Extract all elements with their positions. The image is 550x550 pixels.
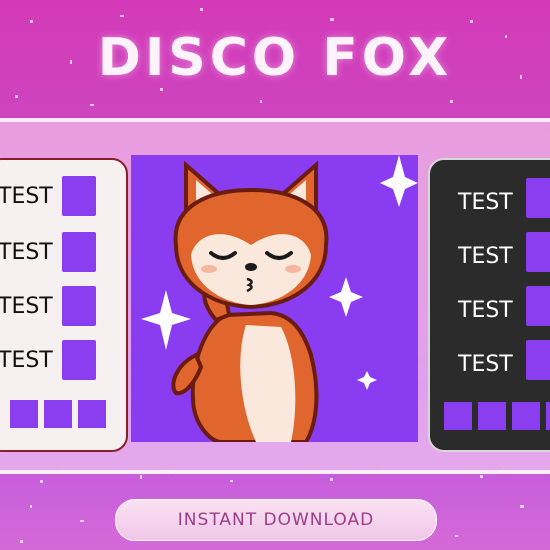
fox-emote-small <box>44 400 72 428</box>
fox-emote-thumbnail <box>62 286 96 326</box>
test-label: TEST <box>458 244 513 269</box>
dark-row: TEST <box>430 286 550 332</box>
test-label: TEST <box>0 240 53 265</box>
test-label: TEST <box>458 352 513 377</box>
dark-preview-panel: TEST TEST TEST TEST <box>428 158 550 452</box>
test-label: TEST <box>0 294 53 319</box>
disco-fox-illustration <box>141 155 418 444</box>
fox-emote-thumbnail <box>526 340 550 380</box>
light-preview-panel: TEST TEST TEST TEST <box>0 158 128 452</box>
fox-emote-thumbnail <box>62 340 96 380</box>
fox-emote-small <box>10 400 38 428</box>
light-row: TEST <box>0 338 126 382</box>
test-label: TEST <box>458 190 513 215</box>
test-label: TEST <box>458 298 513 323</box>
dark-row: TEST <box>430 232 550 278</box>
fox-emote-thumbnail <box>526 232 550 272</box>
fox-emote-small <box>546 402 550 430</box>
fox-emote-small <box>478 402 506 430</box>
fox-emote-preview <box>131 155 418 444</box>
light-row: TEST <box>0 174 126 218</box>
fox-emote-small <box>444 402 472 430</box>
fox-emote-small <box>78 400 106 428</box>
page-title: DISCO FOX <box>97 28 453 88</box>
test-label: TEST <box>0 184 53 209</box>
fox-emote-small <box>512 402 540 430</box>
light-row: TEST <box>0 284 126 328</box>
dark-row: TEST <box>430 340 550 386</box>
instant-download-button[interactable]: INSTANT DOWNLOAD <box>115 499 437 541</box>
fox-emote-thumbnail <box>62 176 96 216</box>
fox-emote-thumbnail <box>62 232 96 272</box>
light-row: TEST <box>0 230 126 274</box>
test-label: TEST <box>0 348 53 373</box>
dark-row: TEST <box>430 178 550 224</box>
fox-emote-thumbnail <box>526 178 550 218</box>
fox-emote-thumbnail <box>526 286 550 326</box>
